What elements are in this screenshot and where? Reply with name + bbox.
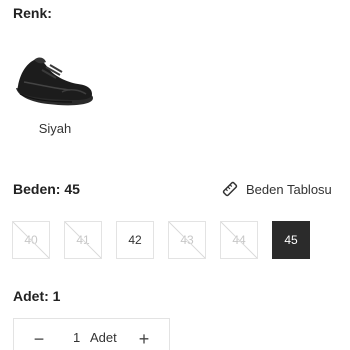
- quantity-unit: Adet: [90, 330, 117, 345]
- size-options: 40 41 42 43 44 45: [12, 221, 324, 259]
- size-option-42[interactable]: 42: [116, 221, 154, 259]
- size-guide-label: Beden Tablosu: [246, 181, 332, 197]
- ruler-icon: [222, 181, 238, 197]
- decrease-quantity-button[interactable]: −: [27, 327, 51, 350]
- sneaker-image: [16, 57, 93, 106]
- quantity-stepper: − 1 Adet +: [13, 318, 170, 350]
- size-option-43[interactable]: 43: [168, 221, 206, 259]
- color-label: Renk:: [13, 5, 52, 21]
- size-option-40[interactable]: 40: [12, 221, 50, 259]
- product-options: Renk: Siyah Beden: 45 Beden Tablosu 40 4…: [0, 0, 350, 350]
- size-option-45[interactable]: 45: [272, 221, 310, 259]
- increase-quantity-button[interactable]: +: [132, 327, 156, 350]
- size-label: Beden: 45: [13, 181, 80, 197]
- size-option-44[interactable]: 44: [220, 221, 258, 259]
- size-option-41[interactable]: 41: [64, 221, 102, 259]
- quantity-value: 1: [73, 330, 81, 345]
- quantity-label: Adet: 1: [13, 288, 61, 304]
- size-guide-link[interactable]: Beden Tablosu: [222, 180, 332, 198]
- color-name: Siyah: [38, 121, 72, 136]
